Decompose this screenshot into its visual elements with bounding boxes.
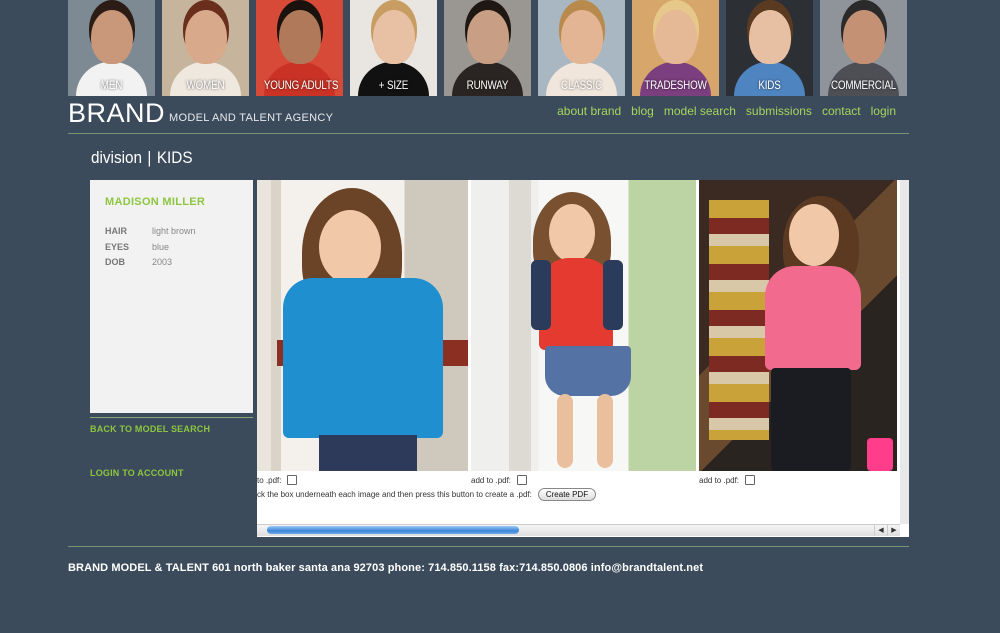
model-name: MADISON MILLER: [105, 196, 206, 208]
footer-divider: [68, 546, 909, 547]
login-to-account-link[interactable]: LOGIN TO ACCOUNT: [90, 468, 184, 478]
brand-name: BRAND: [68, 98, 166, 128]
add-to-pdf-label: to .pdf:: [257, 475, 282, 485]
model-info-panel: MADISON MILLER HAIR light brown EYES blue …: [90, 180, 253, 413]
division-label: CLASSIC: [561, 78, 602, 92]
division-label: YOUNG ADULTS: [263, 78, 339, 92]
division-label: WOMEN: [186, 78, 225, 92]
attribute-key: DOB: [105, 257, 125, 267]
gallery-vertical-scroll[interactable]: [900, 180, 909, 524]
division-tile-runway[interactable]: RUNWAY: [444, 0, 531, 96]
division-tile-tradeshow[interactable]: TRADESHOW: [632, 0, 719, 96]
division-tile-kids[interactable]: KIDS: [726, 0, 813, 96]
nav-login[interactable]: login: [871, 104, 896, 118]
add-to-pdf-label: add to .pdf:: [471, 475, 512, 485]
add-to-pdf-row-3: add to .pdf:: [699, 475, 756, 485]
model-attribute-dob: DOB 2003: [105, 257, 172, 267]
division-tile-men[interactable]: MEN: [68, 0, 155, 96]
add-to-pdf-row-1: to .pdf:: [257, 475, 298, 485]
attribute-key: EYES: [105, 242, 130, 252]
nav-about-brand[interactable]: about brand: [557, 104, 621, 118]
pdf-instructions: ck the box underneath each image and the…: [257, 488, 597, 501]
nav-model-search[interactable]: model search: [664, 104, 736, 118]
division-strip: MEN WOMEN YOUNG ADULTS + SIZE RUNWAY CLA…: [68, 0, 910, 96]
scrollbar-thumb[interactable]: [267, 526, 519, 534]
attribute-value: 2003: [152, 257, 173, 267]
scroll-right-icon[interactable]: ▶: [887, 525, 900, 536]
create-pdf-button[interactable]: Create PDF: [537, 488, 597, 501]
division-tile-commercial[interactable]: COMMERCIAL: [820, 0, 907, 96]
model-attribute-hair: HAIR light brown: [105, 226, 196, 236]
division-label: + SIZE: [378, 78, 409, 92]
division-prefix: division: [91, 148, 143, 167]
photo-gallery: to .pdf: add to .pdf: add to .pdf: ck th…: [257, 180, 909, 537]
nav-blog[interactable]: blog: [631, 104, 654, 118]
attribute-key: HAIR: [105, 226, 127, 236]
division-tile-plus-size[interactable]: + SIZE: [350, 0, 437, 96]
model-photo-2[interactable]: [471, 180, 696, 471]
model-photo-1[interactable]: [257, 180, 468, 471]
model-attribute-eyes: EYES blue: [105, 242, 169, 252]
division-label: KIDS: [758, 78, 781, 92]
add-to-pdf-checkbox-2[interactable]: [517, 475, 528, 485]
division-tile-classic[interactable]: CLASSIC: [538, 0, 625, 96]
division-separator: |: [147, 148, 152, 167]
division-tile-women[interactable]: WOMEN: [162, 0, 249, 96]
model-photo-3[interactable]: [699, 180, 897, 471]
nav-submissions[interactable]: submissions: [746, 104, 812, 118]
main-nav: about brand blog model search submission…: [557, 104, 896, 118]
footer-contact: BRAND MODEL & TALENT 601 north baker san…: [68, 562, 704, 574]
division-tile-young-adults[interactable]: YOUNG ADULTS: [256, 0, 343, 96]
attribute-value: blue: [152, 242, 170, 252]
header-divider: [68, 133, 909, 134]
division-name: KIDS: [156, 148, 193, 167]
division-label: TRADESHOW: [644, 78, 707, 92]
back-to-model-search-link[interactable]: BACK TO MODEL SEARCH: [90, 424, 210, 434]
brand-logo[interactable]: BRAND MODEL AND TALENT AGENCY: [68, 99, 333, 127]
add-to-pdf-checkbox-1[interactable]: [287, 475, 298, 485]
sidebar-divider: [90, 417, 253, 418]
scroll-left-icon[interactable]: ◀: [874, 525, 887, 536]
add-to-pdf-row-2: add to .pdf:: [471, 475, 528, 485]
attribute-value: light brown: [152, 226, 196, 236]
nav-contact[interactable]: contact: [822, 104, 861, 118]
division-label: MEN: [100, 78, 123, 92]
division-label: COMMERCIAL: [830, 78, 897, 92]
brand-tagline: MODEL AND TALENT AGENCY: [169, 112, 334, 124]
division-label: RUNWAY: [466, 78, 509, 92]
gallery-horizontal-scrollbar[interactable]: ◀ ▶: [257, 524, 900, 536]
page-title: division | KIDS: [91, 148, 193, 168]
pdf-help-text: ck the box underneath each image and the…: [257, 490, 532, 499]
add-to-pdf-label: add to .pdf:: [699, 475, 740, 485]
add-to-pdf-checkbox-3[interactable]: [745, 475, 756, 485]
